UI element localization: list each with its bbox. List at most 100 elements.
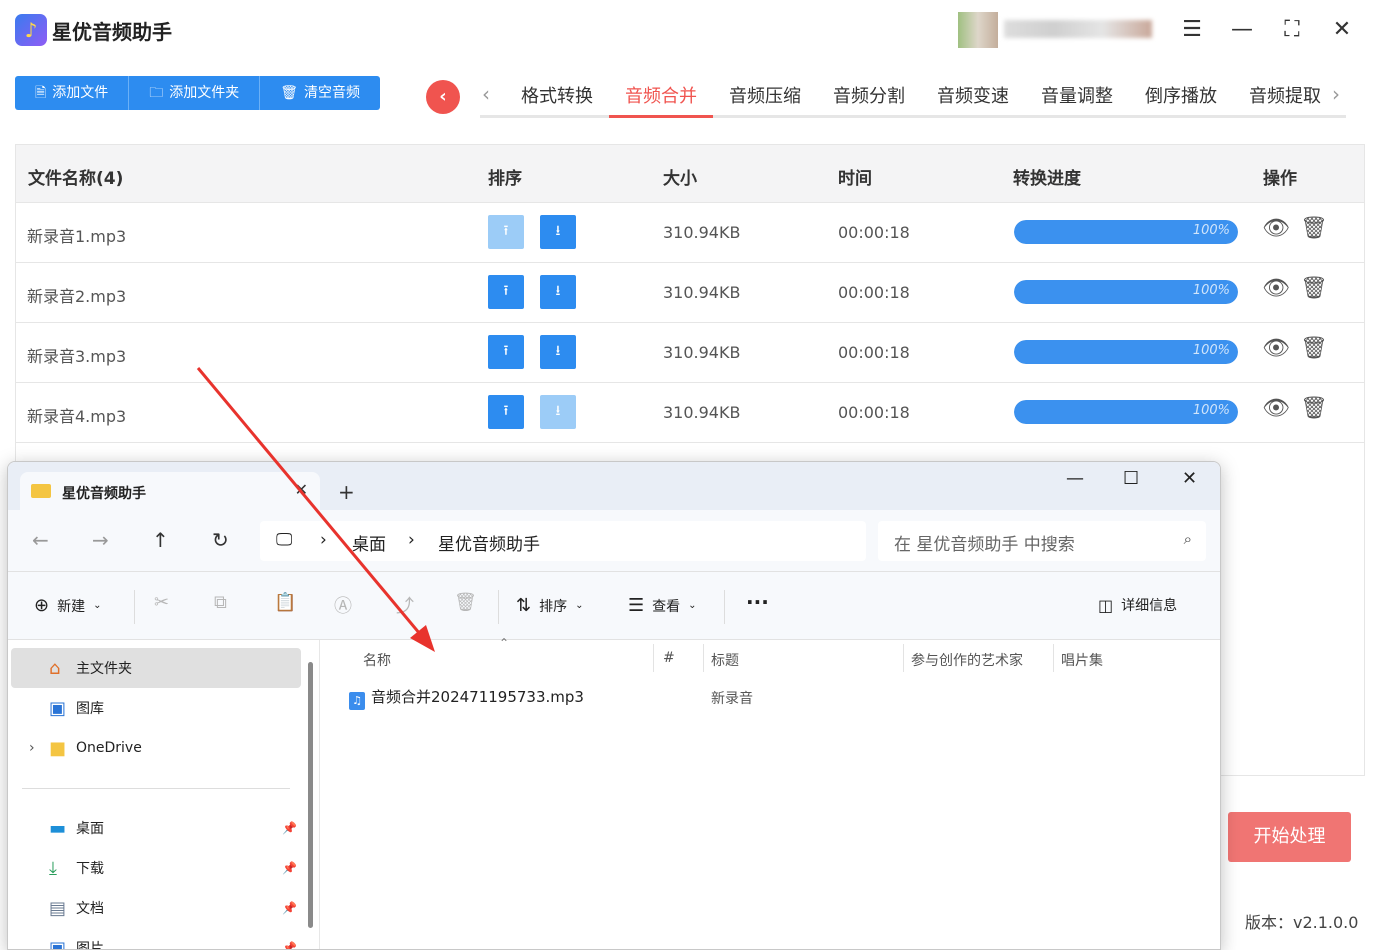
clear-audio-button[interactable]: 🗑 清空音频 (260, 76, 381, 110)
progress-label: 100% (1192, 343, 1230, 358)
new-button[interactable]: ⊕ 新建 ⌄ (34, 595, 101, 616)
tab-2[interactable]: 音频压缩 (713, 74, 817, 118)
move-down-button[interactable]: ⭳ (540, 275, 576, 309)
sidebar-item-home[interactable]: ⌂ 主文件夹 (11, 648, 301, 688)
folder-icon (31, 484, 51, 498)
move-down-button[interactable]: ⭳ (540, 395, 576, 429)
tab-1[interactable]: 音频合并 (609, 74, 713, 118)
col-header-number[interactable]: # (663, 650, 675, 666)
delete-icon[interactable]: 🗑 (1300, 276, 1328, 301)
maximize-icon[interactable]: ⛶ (1276, 14, 1308, 46)
sidebar-item-pictures[interactable]: ▣ 图片 📌 (11, 928, 301, 950)
forward-arrow-icon[interactable]: → (92, 528, 109, 552)
col-header-name[interactable]: 名称 (363, 650, 391, 670)
close-icon[interactable]: ✕ (1326, 14, 1358, 46)
sidebar-item-gallery[interactable]: ▣ 图库 (11, 688, 301, 728)
close-tab-icon[interactable]: ✕ (295, 480, 308, 499)
paste-icon[interactable]: 📋 (274, 592, 296, 613)
refresh-icon[interactable]: ↻ (212, 528, 229, 552)
breadcrumb-folder[interactable]: 星优音频助手 (438, 530, 540, 555)
delete-icon[interactable]: 🗑 (1300, 216, 1328, 241)
sidebar-item-downloads[interactable]: ⤓ 下载 📌 (11, 848, 301, 888)
divider (724, 590, 725, 624)
move-up-button[interactable]: ⭱ (488, 215, 524, 249)
move-up-button[interactable]: ⭱ (488, 335, 524, 369)
search-input[interactable]: 在 星优音频助手 中搜索 ⌕ (878, 521, 1206, 561)
address-bar[interactable]: 🖵 › 桌面 › 星优音频助手 (260, 521, 866, 561)
avatar[interactable] (958, 12, 998, 48)
col-header-ops: 操作 (1263, 169, 1297, 189)
arrow-up-icon: ⭱ (503, 283, 509, 299)
more-options-icon[interactable]: ··· (746, 590, 769, 614)
explorer-tab[interactable]: 星优音频助手 ✕ (20, 472, 320, 510)
plus-circle-icon: ⊕ (34, 595, 50, 616)
tab-7[interactable]: 音频提取 (1233, 74, 1337, 118)
move-down-button[interactable]: ⭳ (540, 335, 576, 369)
col-header-title[interactable]: 标题 (711, 650, 739, 670)
folder-icon: ■ (49, 737, 67, 759)
file-name-cell: 新录音1.mp3 (27, 227, 127, 246)
settings-icon[interactable]: ☰ (1176, 14, 1208, 46)
preview-eye-icon[interactable]: 👁 (1262, 276, 1290, 301)
delete-icon[interactable]: 🗑 (1300, 336, 1328, 361)
tab-6[interactable]: 倒序播放 (1129, 74, 1233, 118)
sidebar-scrollbar[interactable] (308, 662, 313, 928)
arrow-down-icon: ⭳ (555, 403, 561, 419)
col-header-progress: 转换进度 (1013, 169, 1081, 189)
pin-icon: 📌 (282, 861, 297, 875)
file-item[interactable]: ♫ 音频合并202471195733.mp3 (349, 686, 584, 710)
preview-eye-icon[interactable]: 👁 (1262, 336, 1290, 361)
copy-icon[interactable]: ⧉ (214, 592, 227, 613)
maximize-icon[interactable]: ☐ (1123, 468, 1139, 489)
computer-icon: 🖵 (276, 530, 293, 550)
up-arrow-icon[interactable]: ↑ (152, 528, 169, 552)
divider (22, 788, 290, 789)
view-button[interactable]: ☰ 查看 ⌄ (628, 595, 697, 616)
explorer-tab-bar: 星优音频助手 ✕ + — ☐ ✕ (8, 462, 1220, 510)
back-arrow-icon[interactable]: ← (32, 528, 49, 552)
tab-0[interactable]: 格式转换 (505, 74, 609, 118)
table-row: 新录音1.mp3 ⭱ ⭳ 310.94KB 00:00:18 100% 👁 🗑 (16, 203, 1364, 263)
file-size-cell: 310.94KB (663, 223, 741, 242)
move-up-button[interactable]: ⭱ (488, 275, 524, 309)
sidebar-item-documents[interactable]: ▤ 文档 📌 (11, 888, 301, 928)
file-icon: 🗎 (35, 85, 47, 101)
details-pane-button[interactable]: ◫ 详细信息 (1098, 595, 1177, 615)
delete-icon[interactable]: 🗑 (1300, 396, 1328, 421)
add-file-button[interactable]: 🗎 添加文件 (15, 76, 130, 110)
table-row: 新录音4.mp3 ⭱ ⭳ 310.94KB 00:00:18 100% 👁 🗑 (16, 383, 1364, 443)
navigation-pane: ⌂ 主文件夹 ▣ 图库 › ■ OneDrive ▬ 桌面 📌 ⤓ 下载 📌 ▤ 文档 📌 ▣ 图片 📌 (8, 640, 320, 950)
minimize-icon[interactable]: — (1226, 14, 1258, 46)
sidebar-item-onedrive[interactable]: › ■ OneDrive (11, 728, 301, 768)
preview-eye-icon[interactable]: 👁 (1262, 216, 1290, 241)
rename-icon[interactable]: Ⓐ (334, 592, 352, 618)
col-header-album[interactable]: 唱片集 (1061, 650, 1103, 670)
tab-4[interactable]: 音频变速 (921, 74, 1025, 118)
arrow-down-icon: ⭳ (555, 223, 561, 239)
col-header-artist[interactable]: 参与创作的艺术家 (911, 650, 1023, 670)
new-tab-icon[interactable]: + (338, 480, 355, 504)
sort-button[interactable]: ⇅ 排序 ⌄ (516, 595, 583, 616)
tab-3[interactable]: 音频分割 (817, 74, 921, 118)
breadcrumb-desktop[interactable]: 桌面 (352, 530, 386, 555)
move-down-button[interactable]: ⭳ (540, 215, 576, 249)
search-placeholder: 在 星优音频助手 中搜索 (894, 535, 1075, 555)
progress-bar: 100% (1014, 400, 1238, 424)
share-icon[interactable]: ⤴ (396, 592, 414, 618)
close-icon[interactable]: ✕ (1182, 468, 1197, 489)
back-button[interactable]: ‹ (426, 80, 460, 114)
minimize-icon[interactable]: — (1066, 468, 1084, 489)
sidebar-item-desktop[interactable]: ▬ 桌面 📌 (11, 808, 301, 848)
preview-eye-icon[interactable]: 👁 (1262, 396, 1290, 421)
tabs-prev-icon[interactable]: ‹ (482, 82, 490, 106)
move-up-button[interactable]: ⭱ (488, 395, 524, 429)
start-process-button[interactable]: 开始处理 (1228, 812, 1351, 862)
file-size-cell: 310.94KB (663, 343, 741, 362)
add-folder-button[interactable]: 🗀 添加文件夹 (129, 76, 261, 110)
delete-icon[interactable]: 🗑 (454, 592, 477, 613)
tabs-next-icon[interactable]: › (1332, 82, 1340, 106)
cut-icon[interactable]: ✂ (154, 592, 169, 613)
sort-caret-icon: ⌃ (499, 636, 510, 650)
table-row: 新录音3.mp3 ⭱ ⭳ 310.94KB 00:00:18 100% 👁 🗑 (16, 323, 1364, 383)
tab-5[interactable]: 音量调整 (1025, 74, 1129, 118)
